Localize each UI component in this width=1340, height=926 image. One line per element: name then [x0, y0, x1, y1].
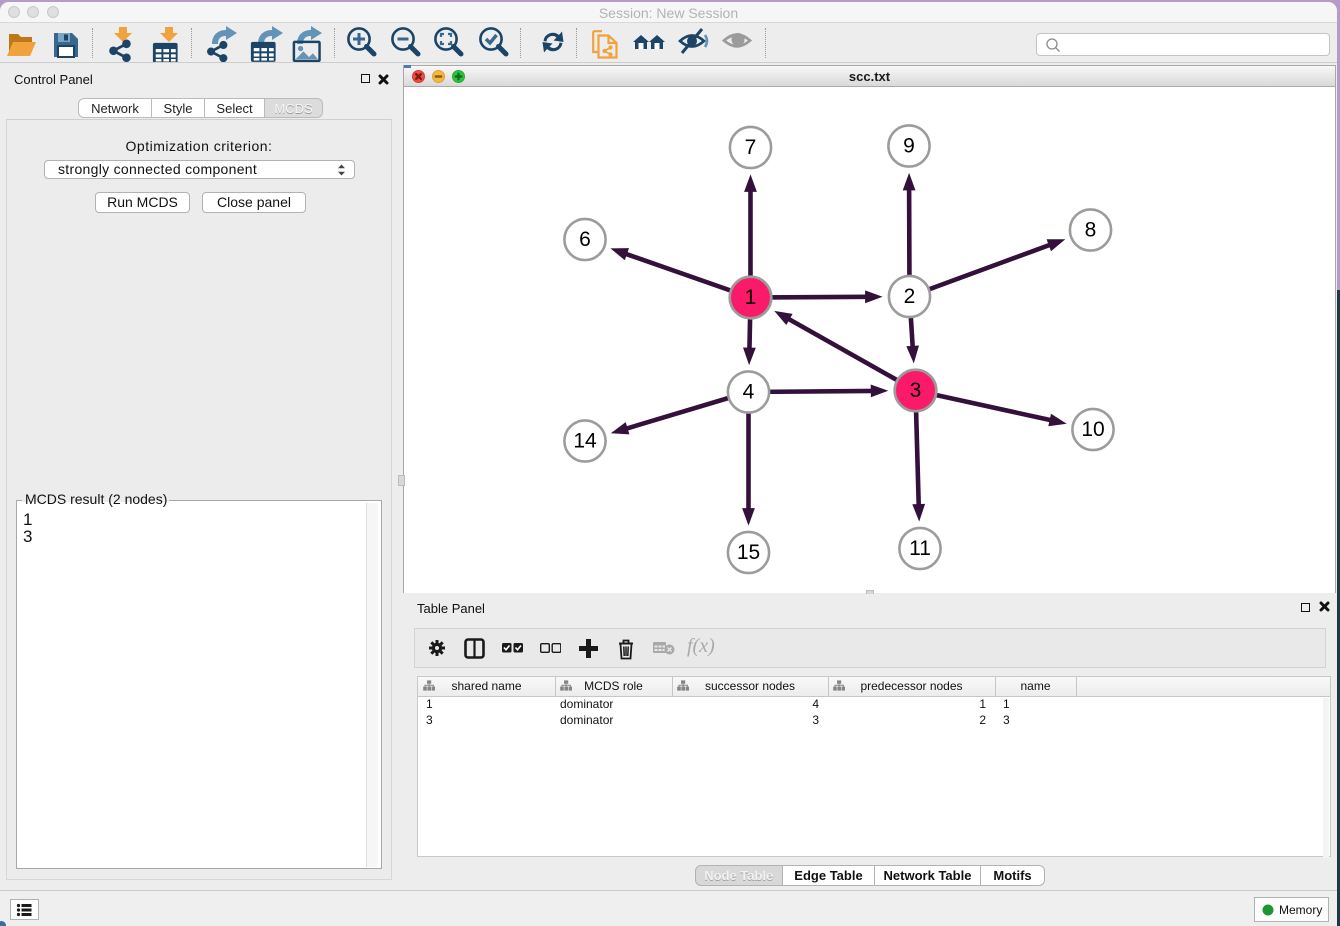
svg-text:15: 15 [737, 541, 760, 564]
svg-text:6: 6 [579, 228, 591, 251]
svg-text:8: 8 [1085, 219, 1097, 242]
svg-text:3: 3 [910, 379, 922, 402]
svg-text:2: 2 [904, 285, 916, 308]
svg-text:1: 1 [745, 286, 757, 309]
svg-text:10: 10 [1081, 418, 1104, 441]
svg-text:9: 9 [903, 135, 915, 158]
svg-text:11: 11 [909, 537, 931, 560]
svg-text:14: 14 [573, 430, 597, 453]
svg-text:4: 4 [743, 381, 755, 404]
svg-text:7: 7 [745, 136, 757, 159]
